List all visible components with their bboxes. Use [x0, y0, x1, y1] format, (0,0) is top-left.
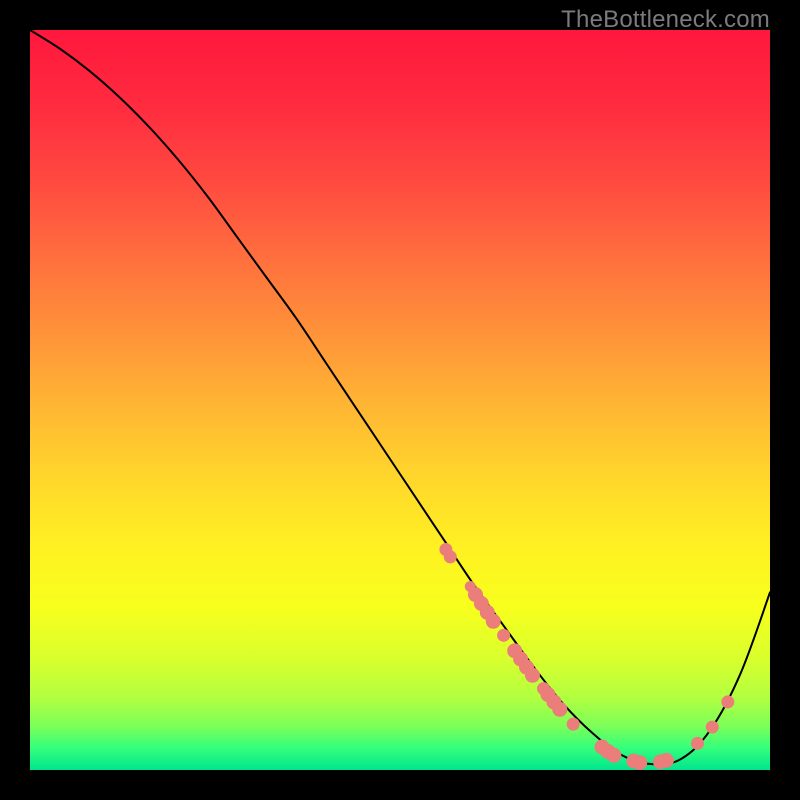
curve-marker — [706, 721, 718, 733]
gradient-background — [30, 30, 770, 770]
curve-marker — [691, 737, 703, 749]
curve-marker — [486, 614, 500, 628]
curve-marker — [567, 718, 579, 730]
curve-marker — [607, 748, 621, 762]
curve-marker — [722, 696, 734, 708]
curve-marker — [659, 753, 673, 767]
plot-area — [30, 30, 770, 770]
curve-marker — [553, 702, 567, 716]
curve-marker — [525, 668, 539, 682]
curve-marker — [444, 551, 456, 563]
canvas-root: TheBottleneck.com — [0, 0, 800, 800]
chart-svg — [30, 30, 770, 770]
curve-marker — [633, 756, 647, 770]
curve-marker — [498, 629, 510, 641]
